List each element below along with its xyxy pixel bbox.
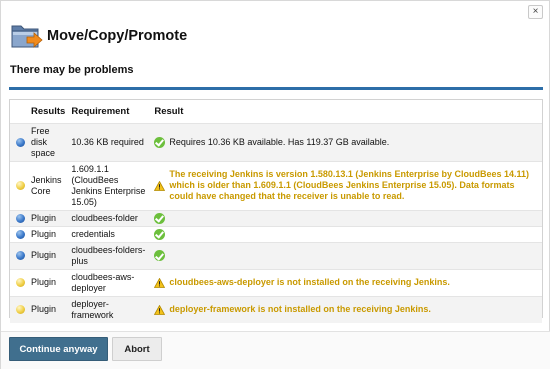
- table-row: Jenkins Core 1.609.1.1 (CloudBees Jenkins…: [10, 160, 542, 210]
- table-row: Plugin cloudbees-folders-plus: [10, 241, 542, 269]
- result-cell: The receiving Jenkins is version 1.580.1…: [151, 160, 542, 210]
- table-row: Plugin cloudbees-aws-deployer cloudbees-aw…: [10, 268, 542, 296]
- problems-heading: There may be problems: [10, 64, 134, 76]
- requirement-cell: cloudbees-folders-plus: [68, 241, 152, 269]
- folder-move-icon: [10, 20, 43, 52]
- dialog-footer: Continue anyway Abort: [1, 331, 550, 369]
- results-cell: Plugin: [28, 268, 69, 296]
- table-row: Plugin deployer-framework deployer-framewo…: [10, 295, 542, 323]
- result-text: The receiving Jenkins is version 1.580.1…: [169, 169, 529, 201]
- status-cell: [10, 225, 28, 242]
- result-cell: [151, 225, 542, 242]
- warning-icon: [154, 277, 166, 288]
- result-cell: [151, 241, 542, 269]
- status-cell: [10, 122, 28, 161]
- requirements-table: Results Requirement Result Free disk spa…: [9, 99, 543, 323]
- warning-icon: [154, 304, 166, 315]
- header-result: Result: [154, 105, 184, 117]
- table-row: Free disk space 10.36 KB required Requires…: [10, 122, 542, 161]
- result-cell: [151, 209, 542, 226]
- yellow-status-ball-icon: [16, 181, 25, 191]
- requirement-cell: cloudbees-aws-deployer: [68, 268, 152, 296]
- requirement-cell: 10.36 KB required: [68, 122, 152, 161]
- header-results: Results: [31, 105, 66, 117]
- check-icon: [154, 228, 166, 240]
- status-cell: [10, 241, 28, 269]
- blue-status-ball-icon: [16, 213, 25, 223]
- result-text: deployer-framework is not installed on t…: [169, 304, 431, 314]
- header-requirement: Requirement: [71, 105, 130, 117]
- blue-status-ball-icon: [16, 137, 25, 147]
- continue-anyway-button[interactable]: Continue anyway: [9, 337, 108, 361]
- warning-icon: [154, 180, 166, 191]
- requirement-cell: credentials: [68, 225, 152, 242]
- yellow-status-ball-icon: [16, 278, 25, 288]
- table-row: Plugin credentials: [10, 225, 542, 242]
- table-row: Plugin cloudbees-folder: [10, 209, 542, 226]
- check-icon: [154, 212, 166, 224]
- dialog-header: Move/Copy/Promote: [10, 18, 187, 54]
- status-cell: [10, 295, 28, 323]
- results-cell: Plugin: [28, 241, 69, 269]
- result-cell: deployer-framework is not installed on t…: [151, 295, 542, 323]
- requirement-cell: deployer-framework: [68, 295, 152, 323]
- result-cell: Requires 10.36 KB available. Has 119.37 …: [151, 122, 542, 161]
- blue-status-ball-icon: [16, 251, 25, 261]
- status-cell: [10, 160, 28, 210]
- move-copy-promote-dialog: × Move/Copy/Promote There may be problem…: [0, 0, 550, 369]
- results-cell: Plugin: [28, 295, 69, 323]
- blue-status-ball-icon: [16, 229, 25, 239]
- results-cell: Plugin: [28, 225, 69, 242]
- result-text: Requires 10.36 KB available. Has 119.37 …: [169, 136, 390, 147]
- check-icon: [154, 250, 166, 261]
- close-button[interactable]: ×: [528, 5, 543, 19]
- results-cell: Jenkins Core: [28, 160, 69, 210]
- results-cell: Free disk space: [28, 122, 69, 161]
- dialog-title: Move/Copy/Promote: [47, 28, 188, 44]
- results-cell: Plugin: [28, 209, 69, 226]
- result-cell: cloudbees-aws-deployer is not installed …: [151, 268, 542, 296]
- requirement-cell: cloudbees-folder: [68, 209, 152, 226]
- header-status: [10, 100, 28, 123]
- requirement-cell: 1.609.1.1 (CloudBees Jenkins Enterprise …: [68, 160, 152, 210]
- status-cell: [10, 268, 28, 296]
- status-cell: [10, 209, 28, 226]
- abort-button[interactable]: Abort: [112, 337, 162, 361]
- check-icon: [154, 136, 166, 148]
- table-header-row: Results Requirement Result: [10, 100, 542, 123]
- heading-divider: [9, 87, 543, 90]
- result-text: cloudbees-aws-deployer is not installed …: [169, 277, 450, 287]
- yellow-status-ball-icon: [16, 305, 25, 315]
